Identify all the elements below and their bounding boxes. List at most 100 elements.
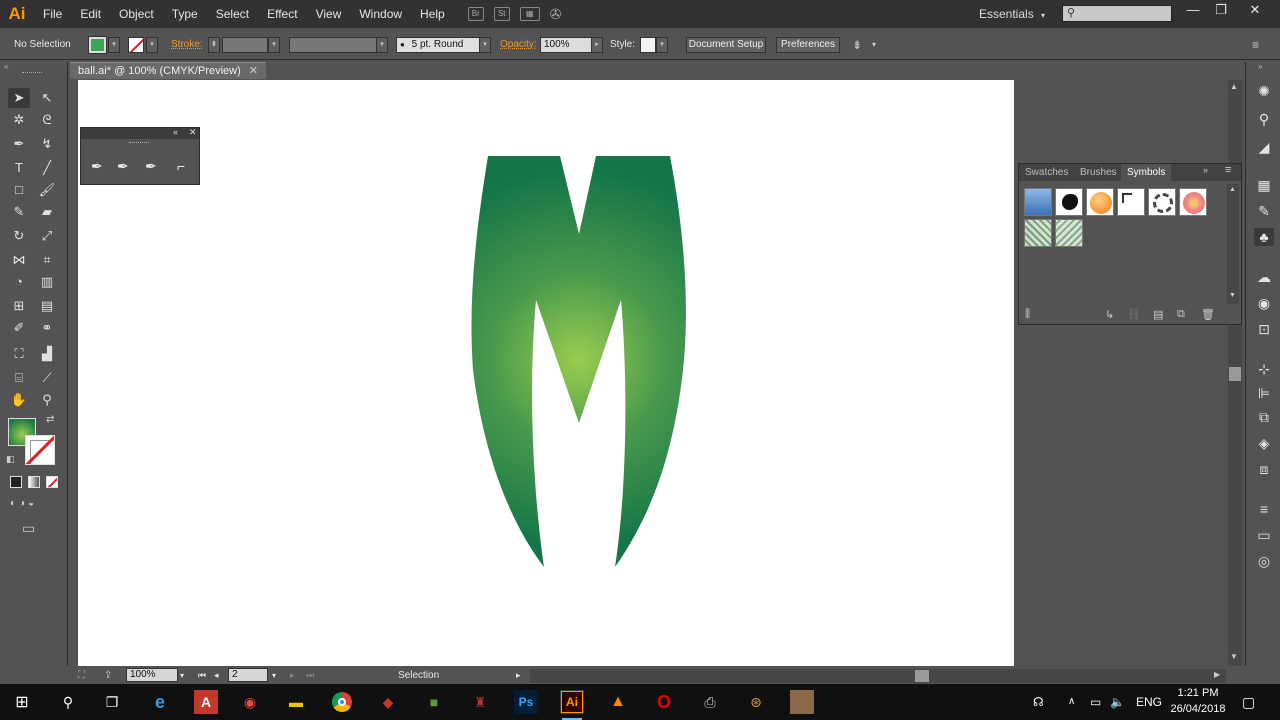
variable-width-profile[interactable] bbox=[289, 37, 377, 53]
stroke-weight-dropdown[interactable]: ▾ bbox=[268, 37, 280, 53]
new-symbol-icon[interactable]: ⧉ bbox=[1177, 308, 1185, 321]
artboard[interactable] bbox=[78, 80, 1014, 666]
horizontal-scroll-thumb[interactable] bbox=[915, 670, 929, 682]
swap-colors-icon[interactable]: ⇄ bbox=[46, 414, 54, 425]
artboard-dropdown-icon[interactable]: ▾ bbox=[272, 667, 276, 684]
graph-tool-icon[interactable]: ▟ bbox=[36, 344, 58, 364]
close-tab-icon[interactable]: ✕ bbox=[249, 63, 258, 79]
gradient-panel-icon[interactable]: ▭ bbox=[1254, 526, 1274, 544]
graphic-style-swatch[interactable] bbox=[640, 37, 656, 53]
panel-grip[interactable] bbox=[22, 72, 42, 74]
direct-selection-tool-icon[interactable]: ↖ bbox=[36, 88, 58, 108]
opacity-arrow[interactable]: ▸ bbox=[591, 37, 603, 53]
expand-icon[interactable]: » bbox=[1203, 165, 1208, 175]
shape-builder-tool-icon[interactable]: ◔ bbox=[8, 272, 30, 292]
export-icon[interactable]: ⛶ bbox=[78, 667, 85, 684]
menu-type[interactable]: Type bbox=[163, 0, 207, 28]
magic-wand-tool-icon[interactable]: ✲ bbox=[8, 110, 30, 130]
graphic-styles-icon[interactable]: ▦ bbox=[1254, 176, 1274, 194]
action-center-icon[interactable]: ▢ bbox=[1242, 684, 1255, 720]
panel-grip[interactable] bbox=[129, 142, 149, 143]
opacity-field[interactable]: 100% bbox=[540, 37, 592, 53]
symbol-blue-banner[interactable] bbox=[1024, 188, 1052, 216]
recorder-app-icon[interactable]: ◉ bbox=[238, 690, 262, 714]
brushes-icon[interactable]: ✎ bbox=[1254, 202, 1274, 220]
color-guide-icon[interactable]: ⚲ bbox=[1254, 110, 1274, 128]
menu-effect[interactable]: Effect bbox=[258, 0, 306, 28]
scroll-down-icon[interactable]: ▼ bbox=[1229, 292, 1236, 299]
gradient-mode-icon[interactable] bbox=[28, 476, 40, 488]
next-artboard-icon[interactable]: ▸ bbox=[290, 667, 295, 684]
selection-tool-icon[interactable]: ➤ bbox=[8, 88, 30, 108]
close-icon[interactable]: ✕ bbox=[189, 127, 197, 138]
pen-tool-icon[interactable]: ✒ bbox=[91, 158, 103, 175]
symbol-green-pattern-1[interactable] bbox=[1024, 219, 1052, 247]
symbol-orange-sphere[interactable] bbox=[1086, 188, 1114, 216]
appearance-icon[interactable]: ◉ bbox=[1254, 294, 1274, 312]
preferences-button[interactable]: Preferences bbox=[776, 37, 840, 53]
symbol-libraries-icon[interactable]: ⫼ bbox=[1025, 308, 1030, 321]
bridge-icon[interactable]: Br bbox=[467, 7, 484, 21]
align-icon[interactable]: ⊫ bbox=[1254, 384, 1274, 402]
break-link-icon[interactable]: ⛓ bbox=[1127, 308, 1141, 321]
hand-tool-icon[interactable]: ✋ bbox=[8, 390, 30, 410]
previous-artboard-icon[interactable]: ◂ bbox=[214, 667, 219, 684]
m-letter-artwork[interactable] bbox=[78, 80, 1014, 666]
menu-help[interactable]: Help bbox=[411, 0, 454, 28]
game-app-icon[interactable]: ♜ bbox=[468, 690, 492, 714]
minecraft-icon[interactable]: ■ bbox=[422, 690, 446, 714]
paintbrush-tool-icon[interactable]: 🖌 bbox=[36, 180, 58, 200]
blend-tool-icon[interactable]: ⚭ bbox=[36, 318, 58, 338]
system-clock[interactable]: 1:21 PM 26/04/2018 bbox=[1158, 685, 1238, 717]
photoshop-icon[interactable]: Ps bbox=[514, 690, 538, 714]
symbols-scrollbar[interactable]: ▲ ▼ bbox=[1227, 184, 1239, 304]
transform-icon[interactable]: ⊹ bbox=[1254, 360, 1274, 378]
tab-brushes[interactable]: Brushes bbox=[1074, 164, 1123, 181]
search-icon[interactable]: ⚲ bbox=[56, 690, 80, 714]
photo-app-icon[interactable] bbox=[790, 690, 814, 714]
opacity-label[interactable]: Opacity: bbox=[500, 30, 537, 60]
mesh-tool-icon[interactable]: ⊞ bbox=[8, 296, 30, 316]
symbol-ink-splat[interactable] bbox=[1055, 188, 1083, 216]
menu-select[interactable]: Select bbox=[207, 0, 258, 28]
minimize-icon[interactable]: — bbox=[1178, 0, 1208, 20]
scroll-up-icon[interactable]: ▲ bbox=[1229, 186, 1236, 193]
stroke-weight-stepper[interactable]: ⬍ bbox=[208, 37, 220, 53]
stock-icon[interactable]: St bbox=[493, 7, 510, 21]
profile-dropdown[interactable]: ▾ bbox=[376, 37, 388, 53]
task-view-icon[interactable]: ❐ bbox=[100, 690, 124, 714]
stroke-dropdown[interactable]: ▾ bbox=[146, 37, 158, 53]
scroll-down-icon[interactable]: ▼ bbox=[1230, 652, 1238, 661]
opera-icon[interactable]: O bbox=[652, 690, 676, 714]
scroll-up-icon[interactable]: ▲ bbox=[1230, 82, 1238, 91]
chevron-down-icon[interactable]: ▾ bbox=[872, 30, 876, 60]
pathfinder-icon[interactable]: ⧉ bbox=[1254, 408, 1274, 426]
anchor-point-tool-icon[interactable]: ⌐ bbox=[177, 158, 185, 174]
default-colors-icon[interactable]: ◧ bbox=[6, 454, 15, 465]
status-menu-icon[interactable]: ▸ bbox=[516, 667, 521, 684]
stroke-weight-field[interactable] bbox=[222, 37, 268, 53]
style-dropdown[interactable]: ▾ bbox=[656, 37, 668, 53]
fill-dropdown[interactable]: ▾ bbox=[108, 37, 120, 53]
last-artboard-icon[interactable]: ⏭ bbox=[306, 667, 314, 684]
curvature-tool-icon[interactable]: ↯ bbox=[36, 134, 58, 154]
rotate-tool-icon[interactable]: ↻ bbox=[8, 226, 30, 246]
file-explorer-icon[interactable]: ▬ bbox=[284, 690, 308, 714]
panel-menu-icon[interactable]: ≡ bbox=[1252, 30, 1259, 60]
eraser-tool-icon[interactable]: ▰ bbox=[36, 202, 58, 222]
symbol-sprayer-tool-icon[interactable]: ⛶ bbox=[8, 344, 30, 364]
show-hidden-icons[interactable]: ∧ bbox=[1068, 684, 1075, 720]
symbol-pink-flower[interactable] bbox=[1179, 188, 1207, 216]
acrobat-icon[interactable]: A bbox=[194, 690, 218, 714]
stroke-swatch-large[interactable] bbox=[25, 435, 55, 465]
pencil-tool-icon[interactable]: ✎ bbox=[8, 202, 30, 222]
menu-object[interactable]: Object bbox=[110, 0, 163, 28]
symbol-ornate-frame[interactable] bbox=[1148, 188, 1176, 216]
zoom-field[interactable]: 100% bbox=[126, 668, 178, 682]
horizontal-scrollbar[interactable]: ▶ bbox=[530, 669, 1226, 683]
delete-anchor-point-icon[interactable]: ✒ bbox=[145, 158, 157, 175]
close-icon[interactable]: ✕ bbox=[1240, 0, 1270, 20]
delete-symbol-icon[interactable]: 🗑 bbox=[1201, 308, 1215, 321]
artboard-number-field[interactable]: 2 bbox=[228, 668, 268, 682]
search-input[interactable]: ⚲ bbox=[1062, 5, 1172, 22]
